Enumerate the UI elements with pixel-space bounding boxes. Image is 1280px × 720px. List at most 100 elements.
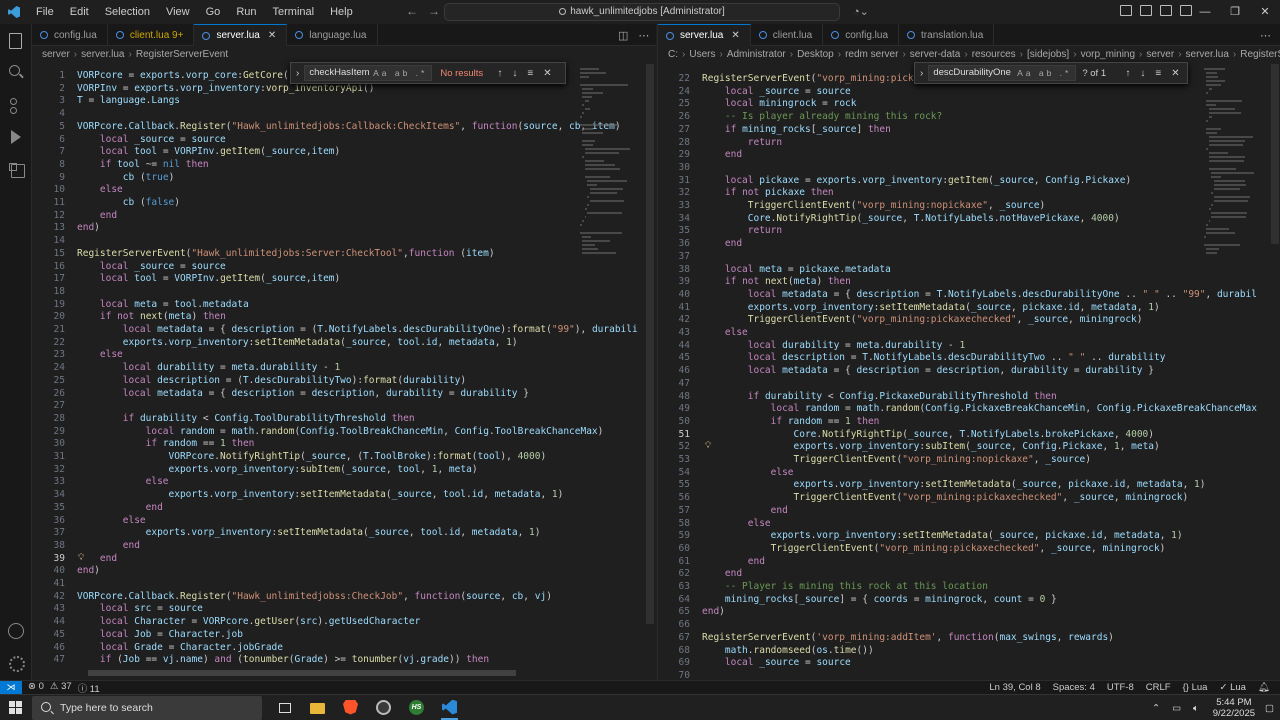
- split-editor-icon[interactable]: ◫: [618, 29, 628, 42]
- breadcrumb-item[interactable]: resources: [972, 49, 1016, 60]
- menu-edit[interactable]: Edit: [62, 0, 97, 24]
- forward-arrow-icon[interactable]: →: [428, 4, 440, 18]
- tab-config-lua[interactable]: config.lua: [32, 24, 108, 46]
- code-line[interactable]: end: [702, 505, 788, 518]
- menu-run[interactable]: Run: [228, 0, 264, 24]
- volume-icon[interactable]: 🔈︎: [1193, 703, 1199, 714]
- cursor-position[interactable]: Ln 39, Col 8: [989, 682, 1040, 693]
- breadcrumb-item[interactable]: server.lua: [1186, 49, 1229, 60]
- code-line[interactable]: VORPcore.NotifyRightTip(_source, (T.Tool…: [77, 451, 547, 464]
- code-line[interactable]: local random = math.random(Config.Pickax…: [702, 403, 1257, 416]
- code-line[interactable]: VORPcore.Callback.Register("Hawk_unlimit…: [77, 591, 552, 604]
- code-line[interactable]: else: [77, 515, 146, 528]
- code-line[interactable]: local description = (T.descDurabilityTwo…: [77, 375, 466, 388]
- code-line[interactable]: else: [702, 518, 771, 531]
- back-arrow-icon[interactable]: ←: [406, 4, 418, 18]
- left-horizontal-scrollbar[interactable]: [88, 670, 516, 676]
- end-of-line[interactable]: CRLF: [1146, 682, 1171, 693]
- close-find-icon[interactable]: ✕: [1171, 68, 1179, 79]
- tab-client-lua[interactable]: client.lua 9+: [108, 24, 195, 46]
- breadcrumb-item[interactable]: server: [42, 49, 70, 60]
- breadcrumb-item[interactable]: C:: [668, 49, 678, 60]
- tab-server-lua[interactable]: server.lua ✕: [194, 24, 288, 46]
- code-line[interactable]: TriggerClientEvent("vorp_mining:pickaxec…: [702, 492, 1189, 505]
- code-line[interactable]: end): [702, 606, 725, 619]
- tab-config-lua[interactable]: config.lua: [823, 24, 900, 46]
- code-line[interactable]: exports.vorp_inventory:setItemMetadata(_…: [702, 479, 1206, 492]
- find-options-icon[interactable]: Aa ab .*: [373, 66, 427, 80]
- tab-server-lua[interactable]: server.lua ✕: [658, 24, 751, 46]
- toggle-panel-icon[interactable]: [1140, 5, 1152, 16]
- code-line[interactable]: VORPcore.Callback.Register("Hawk_unlimit…: [77, 121, 621, 134]
- code-line[interactable]: if random == 1 then: [702, 416, 880, 429]
- account-icon[interactable]: [7, 622, 25, 640]
- code-line[interactable]: end): [77, 222, 100, 235]
- code-line[interactable]: Core.NotifyRightTip(_source, T.NotifyLab…: [702, 213, 1120, 226]
- code-line[interactable]: exports.vorp_inventory:setItemMetadata(_…: [702, 302, 1160, 315]
- code-line[interactable]: local durability = meta.durability - 1: [702, 340, 965, 353]
- code-line[interactable]: local _source = source: [77, 134, 226, 147]
- code-line[interactable]: end): [77, 565, 100, 578]
- encoding[interactable]: UTF-8: [1107, 682, 1134, 693]
- code-line[interactable]: else: [77, 184, 123, 197]
- code-line[interactable]: -- Is player already mining this rock?: [702, 111, 942, 124]
- code-line[interactable]: local metadata = { description = descrip…: [77, 388, 529, 401]
- code-line[interactable]: RegisterServerEvent("vorp_mining:pickaxe…: [702, 73, 937, 86]
- code-line[interactable]: exports.vorp_inventory:setItemMetadata(_…: [77, 489, 564, 502]
- problems-info[interactable]: ⓘ 11: [78, 681, 100, 695]
- obs-icon[interactable]: [367, 695, 400, 720]
- code-line[interactable]: mining_rocks[_source] = { coords = minin…: [702, 594, 1057, 607]
- code-line[interactable]: local tool = VORPInv.getItem(_source,ite…: [77, 273, 340, 286]
- find-in-selection-icon[interactable]: ≡: [527, 68, 533, 79]
- code-line[interactable]: VORPInv = exports.vorp_inventory:vorp_in…: [77, 83, 375, 96]
- code-line[interactable]: local Job = Character.job: [77, 629, 243, 642]
- code-line[interactable]: if tool ~= nil then: [77, 159, 209, 172]
- breadcrumb-item[interactable]: redm server: [845, 49, 898, 60]
- windows-start-icon[interactable]: [0, 695, 30, 720]
- close-window-icon[interactable]: ✕: [1250, 0, 1280, 24]
- left-minimap[interactable]: [580, 64, 644, 680]
- toggle-replace-icon[interactable]: ›: [296, 68, 299, 79]
- code-line[interactable]: cb (false): [77, 197, 180, 210]
- close-tab-icon[interactable]: ✕: [731, 30, 739, 41]
- menu-go[interactable]: Go: [198, 0, 229, 24]
- code-line[interactable]: T = language.Langs: [77, 95, 180, 108]
- code-line[interactable]: local metadata = { description = descrip…: [702, 365, 1154, 378]
- code-line[interactable]: TriggerClientEvent("vorp_mining:pickaxec…: [702, 543, 1166, 556]
- code-line[interactable]: RegisterServerEvent("Hawk_unlimitedjobs:…: [77, 248, 495, 261]
- previous-match-icon[interactable]: ↑: [497, 68, 502, 79]
- code-line[interactable]: else: [77, 349, 123, 362]
- code-line[interactable]: -- Player is mining this rock at this lo…: [702, 581, 988, 594]
- vscode-taskbar-icon[interactable]: [433, 695, 466, 720]
- indentation[interactable]: Spaces: 4: [1053, 682, 1095, 693]
- find-in-selection-icon[interactable]: ≡: [1155, 68, 1161, 79]
- code-line[interactable]: RegisterServerEvent('vorp_mining:addItem…: [702, 632, 1114, 645]
- code-line[interactable]: exports.vorp_inventory:subItem(_source, …: [77, 464, 478, 477]
- right-minimap[interactable]: [1204, 64, 1268, 680]
- manage-gear-icon[interactable]: [7, 654, 25, 672]
- remote-indicator-icon[interactable]: ⋊: [0, 680, 22, 695]
- code-line[interactable]: local description = T.NotifyLabels.descD…: [702, 352, 1166, 365]
- code-line[interactable]: if not next(meta) then: [702, 276, 851, 289]
- find-options-icon[interactable]: Aa ab .*: [1017, 66, 1071, 80]
- code-line[interactable]: else: [77, 476, 169, 489]
- code-line[interactable]: end: [702, 556, 765, 569]
- code-line[interactable]: exports.vorp_inventory:setItemMetadata(_…: [77, 337, 518, 350]
- toggle-replace-icon[interactable]: ›: [920, 68, 923, 79]
- code-line[interactable]: local pickaxe = exports.vorp_inventory:g…: [702, 175, 1131, 188]
- breadcrumb-item[interactable]: vorp_mining: [1081, 49, 1135, 60]
- menu-selection[interactable]: Selection: [97, 0, 158, 24]
- language-mode[interactable]: {} Lua: [1183, 682, 1208, 693]
- lightbulb-icon[interactable]: 💡︎: [78, 553, 84, 563]
- next-match-icon[interactable]: ↓: [512, 68, 517, 79]
- minimize-icon[interactable]: —: [1190, 0, 1220, 24]
- code-line[interactable]: cb (true): [77, 172, 175, 185]
- search-view-icon[interactable]: [7, 64, 25, 82]
- source-control-icon[interactable]: [7, 96, 25, 114]
- task-view-icon[interactable]: [268, 695, 301, 720]
- tray-overflow-icon[interactable]: ⌃: [1152, 703, 1160, 714]
- breadcrumb-item[interactable]: Desktop: [797, 49, 834, 60]
- toggle-primary-sidebar-icon[interactable]: [1120, 5, 1132, 16]
- problems-warnings[interactable]: ⚠ 37: [50, 681, 72, 695]
- code-line[interactable]: TriggerClientEvent("vorp_mining:nopickax…: [702, 454, 1091, 467]
